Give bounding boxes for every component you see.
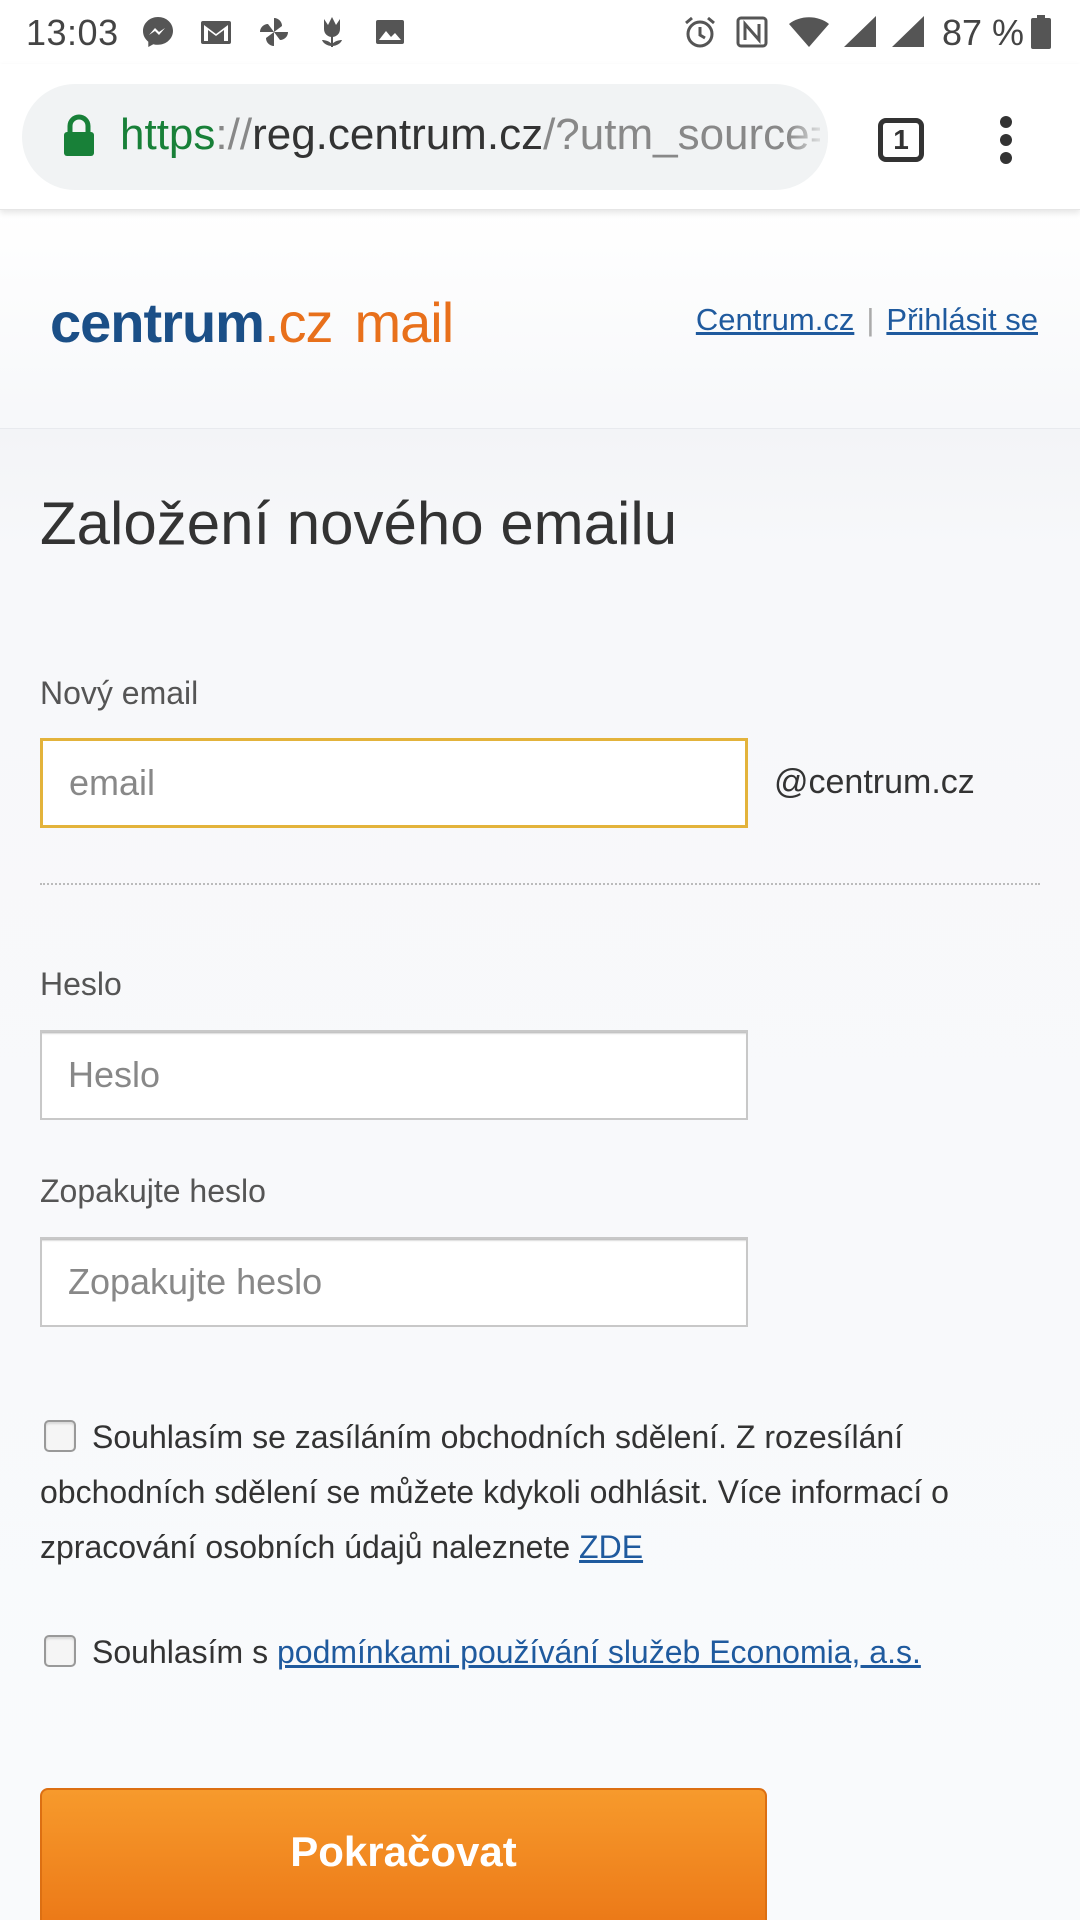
url-host: reg.centrum.cz <box>252 110 544 159</box>
centrum-home-link[interactable]: Centrum.cz <box>696 302 854 337</box>
email-label: Nový email <box>40 675 199 711</box>
url-path: /?utm_source= <box>543 110 820 159</box>
continue-button[interactable]: Pokračovat <box>40 1788 767 1920</box>
signal-icon <box>844 16 876 47</box>
terms-link[interactable]: podmínkami používání služeb Economia, a.… <box>277 1634 921 1670</box>
url-text: https://reg.centrum.cz/?utm_source= <box>120 110 820 160</box>
gmail-icon <box>201 21 231 44</box>
repeat-password-input[interactable] <box>40 1237 748 1327</box>
tulip-icon <box>322 17 342 47</box>
logo-tld: .cz <box>263 291 334 354</box>
marketing-consent-text: Souhlasím se zasíláním obchodních sdělen… <box>40 1419 949 1565</box>
wifi-icon <box>789 17 829 47</box>
gallery-icon <box>376 20 404 44</box>
url-separator: :// <box>215 110 253 159</box>
status-time: 13:03 <box>26 12 119 53</box>
login-link[interactable]: Přihlásit se <box>886 302 1038 337</box>
more-options-icon[interactable] <box>998 116 1014 164</box>
marketing-consent-checkbox[interactable] <box>44 1420 76 1452</box>
alarm-icon <box>685 16 715 48</box>
page-title: Založení nového emailu <box>40 490 678 557</box>
centrum-mail-logo[interactable]: centrum.cz mail <box>50 290 455 355</box>
tab-switcher-button[interactable]: 1 <box>878 118 924 162</box>
url-fade <box>788 84 828 190</box>
marketing-consent: Souhlasím se zasíláním obchodních sdělen… <box>40 1410 1030 1575</box>
signal-icon <box>892 16 924 47</box>
repeat-password-label: Zopakujte heslo <box>40 1173 266 1209</box>
password-label: Heslo <box>40 966 122 1002</box>
header-links: Centrum.cz | Přihlásit se <box>696 302 1038 338</box>
email-input[interactable] <box>40 738 748 828</box>
status-bar: 13:03 87 % <box>0 0 1080 64</box>
privacy-info-link[interactable]: ZDE <box>579 1529 643 1565</box>
email-domain-suffix: @centrum.cz <box>774 763 975 801</box>
url-scheme: https <box>120 110 216 159</box>
nfc-icon <box>736 16 768 48</box>
terms-consent: Souhlasím s podmínkami používání služeb … <box>40 1625 1030 1680</box>
logo-word: centrum <box>50 291 265 354</box>
password-input[interactable] <box>40 1030 748 1120</box>
address-bar[interactable]: https://reg.centrum.cz/?utm_source= <box>22 84 828 190</box>
terms-consent-text: Souhlasím s <box>92 1634 277 1670</box>
logo-product: mail <box>354 291 455 354</box>
lock-icon <box>64 114 94 156</box>
battery-icon <box>1031 15 1051 49</box>
messenger-icon <box>143 17 173 47</box>
terms-consent-checkbox[interactable] <box>44 1635 76 1667</box>
section-divider <box>40 883 1040 885</box>
pinwheel-icon <box>260 18 288 46</box>
link-divider: | <box>866 302 875 337</box>
battery-percent: 87 % <box>942 12 1025 53</box>
browser-toolbar: https://reg.centrum.cz/?utm_source= 1 <box>0 64 1080 210</box>
